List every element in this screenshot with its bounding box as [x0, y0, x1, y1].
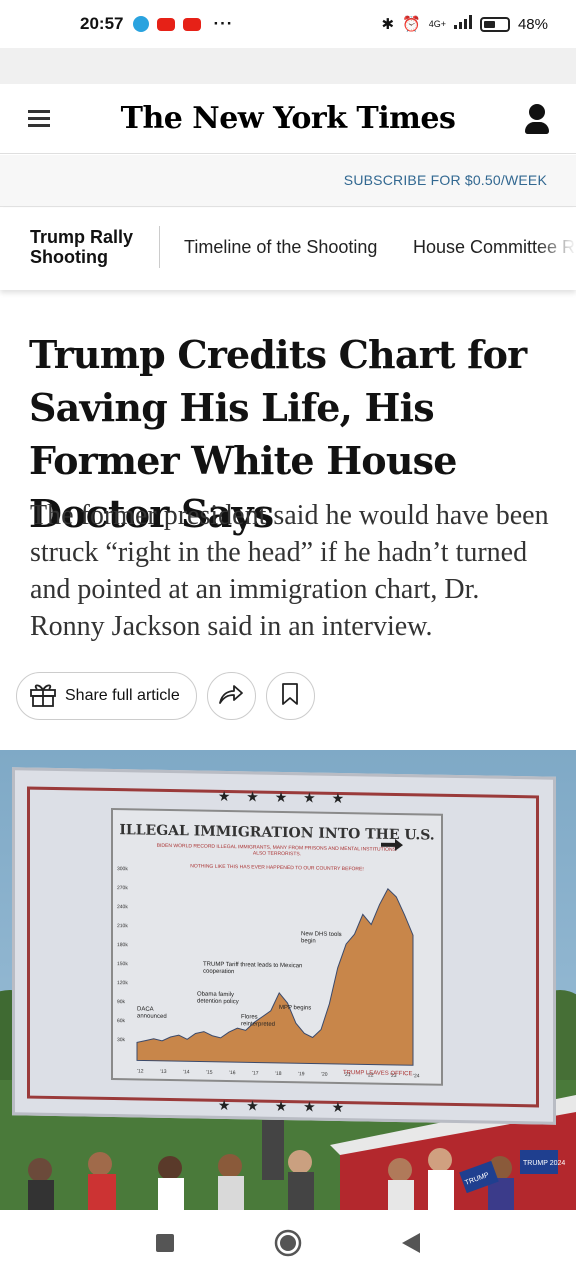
- hamburger-menu-icon[interactable]: [28, 110, 50, 128]
- y-tick-label: 210k: [117, 923, 128, 929]
- immigration-chart-panel: ILLEGAL IMMIGRATION INTO THE U.S. BIDEN …: [111, 807, 443, 1086]
- youtube-icon: [157, 17, 176, 31]
- y-tick-label: 120k: [117, 980, 128, 986]
- y-tick-label: 90k: [117, 999, 126, 1005]
- subscribe-banner: SUBSCRIBE FOR $0.50/WEEK: [0, 155, 576, 207]
- top-spacer: [0, 48, 576, 84]
- topic-label[interactable]: Trump Rally Shooting: [30, 227, 148, 267]
- annotation-daca: DACA announced: [137, 1006, 167, 1020]
- bluetooth-icon: ✱: [381, 16, 395, 33]
- battery-icon: [479, 16, 510, 32]
- immigration-chart: 300k 270k 240k 210k 180k 150k 120k 90k 60k 30k '1…: [117, 838, 420, 1079]
- billboard: ★ ★ ★ ★ ★ ILLEGAL IMMIGRATION INTO THE U…: [12, 767, 556, 1125]
- y-tick-label: 150k: [117, 961, 128, 967]
- telegram-icon: [133, 16, 150, 32]
- x-tick-label: '20: [321, 1072, 328, 1078]
- nyt-logo[interactable]: The New York Times: [121, 101, 456, 136]
- topic-fade: [536, 208, 576, 290]
- bookmark-button[interactable]: [265, 672, 315, 720]
- network-label: 4G+: [428, 19, 446, 29]
- share-arrow-icon: [218, 683, 244, 710]
- rally-crowd: TRUMP TRUMP 2024: [28, 1148, 565, 1210]
- x-tick-label: '19: [298, 1071, 305, 1077]
- annotation-obama: Obama family detention policy: [197, 991, 239, 1006]
- x-tick-label: '13: [160, 1069, 167, 1075]
- y-tick-label: 300k: [117, 866, 128, 872]
- annotation-dhs: New DHS tools begin: [301, 931, 342, 945]
- y-tick-label: 180k: [117, 942, 128, 948]
- battery-percent: 48%: [517, 15, 548, 33]
- topic-divider: [159, 226, 160, 268]
- y-tick-label: 240k: [117, 904, 128, 910]
- youtube-icon-2: [183, 17, 202, 31]
- y-tick-label: 270k: [117, 885, 128, 891]
- share-full-article-button[interactable]: Share full article: [16, 672, 197, 720]
- recents-square-icon[interactable]: [156, 1233, 174, 1257]
- alarm-icon: ⏰: [402, 16, 421, 33]
- sign-trump-2024: TRUMP 2024: [523, 1160, 565, 1167]
- more-notifications-icon: ···: [213, 14, 234, 33]
- subscribe-link[interactable]: SUBSCRIBE FOR $0.50/WEEK: [344, 172, 547, 188]
- annotation-mpp: MPP begins: [279, 1004, 312, 1012]
- x-tick-label: '18: [275, 1071, 282, 1077]
- annotation-flores: Flores reinterpreted: [241, 1014, 276, 1028]
- masthead: The New York Times: [0, 84, 576, 154]
- x-tick-label: '14: [183, 1069, 190, 1075]
- bookmark-icon: [281, 682, 299, 711]
- back-triangle-icon[interactable]: [402, 1232, 420, 1258]
- system-nav-bar: [0, 1210, 576, 1280]
- topic-nav: Trump Rally Shooting Timeline of the Sho…: [0, 208, 576, 290]
- share-full-article-label: Share full article: [65, 687, 180, 704]
- account-icon[interactable]: [524, 104, 550, 134]
- article-summary: The former president said he would have …: [30, 500, 549, 642]
- home-circle-icon[interactable]: [274, 1229, 302, 1262]
- y-tick-label: 60k: [117, 1018, 126, 1024]
- share-actions: Share full article: [16, 672, 315, 720]
- notification-icons: [133, 16, 202, 32]
- status-time: 20:57: [80, 14, 124, 33]
- status-bar: 20:57 ··· ✱ ⏰ 4G+ 48%: [0, 0, 576, 48]
- topic-link-timeline[interactable]: Timeline of the Shooting: [184, 237, 377, 258]
- annotation-trump-leaves: TRUMP LEAVES OFFICE: [343, 1070, 413, 1078]
- annotation-tariff: TRUMP Tariff threat leads to Mexican coo…: [203, 961, 303, 976]
- y-tick-label: 30k: [117, 1037, 126, 1043]
- x-tick-label: '12: [137, 1068, 144, 1074]
- arrow-marker: [381, 838, 403, 851]
- x-tick-label: '15: [206, 1070, 213, 1076]
- gift-icon: [29, 681, 57, 712]
- x-tick-label: '16: [229, 1070, 236, 1076]
- share-button[interactable]: [206, 672, 256, 720]
- x-tick-label: '17: [252, 1070, 259, 1076]
- signal-icon: [453, 15, 472, 33]
- system-status: ✱ ⏰ 4G+ 48%: [381, 15, 548, 33]
